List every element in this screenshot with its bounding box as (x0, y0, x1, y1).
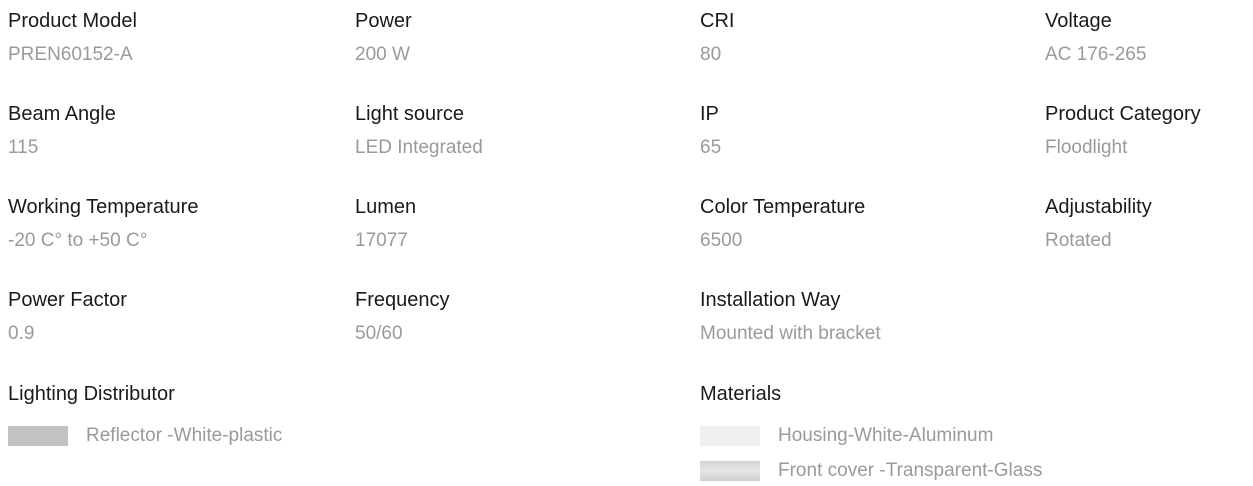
materials-title: Materials (700, 383, 782, 405)
spec-value: 6500 (700, 230, 743, 251)
spec-value: AC 176-265 (1045, 44, 1147, 65)
spec-label: Working Temperature (8, 196, 199, 218)
spec-value: LED Integrated (355, 137, 483, 158)
plastic-swatch (8, 426, 68, 446)
spec-product-category: Product Category Floodlight (1045, 102, 1201, 160)
materials-item-text: Housing-White-Aluminum (778, 425, 994, 446)
aluminum-swatch (700, 426, 760, 446)
spec-label: Frequency (355, 289, 450, 311)
spec-value: 200 W (355, 44, 410, 65)
spec-label: Light source (355, 103, 464, 125)
glass-swatch (700, 461, 760, 481)
spec-label: Color Temperature (700, 196, 866, 218)
spec-label: Lumen (355, 196, 417, 218)
spec-lumen: Lumen 17077 (355, 195, 416, 253)
materials-item-text: Front cover -Transparent-Glass (778, 460, 1043, 481)
spec-value: 80 (700, 44, 722, 65)
materials-item-housing: Housing-White-Aluminum (700, 424, 993, 448)
spec-voltage: Voltage AC 176-265 (1045, 9, 1146, 67)
spec-product-model: Product Model PREN60152-A (8, 9, 137, 67)
spec-value: PREN60152-A (8, 44, 133, 65)
spec-color-temperature: Color Temperature 6500 (700, 195, 865, 253)
spec-value: Floodlight (1045, 137, 1128, 158)
spec-label: Voltage (1045, 10, 1112, 32)
spec-label: Power Factor (8, 289, 127, 311)
spec-beam-angle: Beam Angle 115 (8, 102, 116, 160)
spec-value: 17077 (355, 230, 408, 251)
spec-value: 115 (8, 137, 39, 158)
spec-power-factor: Power Factor 0.9 (8, 288, 127, 346)
spec-adjustability: Adjustability Rotated (1045, 195, 1152, 253)
product-spec-sheet: { "specs": { "product_model": {"label": … (0, 0, 1253, 486)
spec-working-temperature: Working Temperature -20 C° to +50 C° (8, 195, 198, 253)
spec-installation-way: Installation Way Mounted with bracket (700, 288, 881, 346)
spec-cri: CRI 80 (700, 9, 734, 67)
spec-label: Power (355, 10, 412, 32)
lighting-distributor-title: Lighting Distributor (8, 383, 175, 405)
spec-light-source: Light source LED Integrated (355, 102, 483, 160)
spec-label: Adjustability (1045, 196, 1152, 218)
spec-power: Power 200 W (355, 9, 412, 67)
spec-label: CRI (700, 10, 735, 32)
spec-frequency: Frequency 50/60 (355, 288, 450, 346)
lighting-distributor-item-text: Reflector -White-plastic (86, 425, 283, 446)
spec-value: Rotated (1045, 230, 1112, 251)
spec-label: Product Category (1045, 103, 1201, 125)
spec-value: 0.9 (8, 323, 35, 344)
materials-item-front-cover: Front cover -Transparent-Glass (700, 459, 1042, 483)
spec-label: Product Model (8, 10, 137, 32)
spec-value: Mounted with bracket (700, 323, 881, 344)
lighting-distributor-item: Reflector -White-plastic (8, 424, 282, 448)
spec-value: 50/60 (355, 323, 403, 344)
spec-value: -20 C° to +50 C° (8, 230, 148, 251)
spec-label: IP (700, 103, 719, 125)
spec-value: 65 (700, 137, 722, 158)
spec-ip: IP 65 (700, 102, 721, 160)
spec-label: Beam Angle (8, 103, 116, 125)
spec-label: Installation Way (700, 289, 841, 311)
